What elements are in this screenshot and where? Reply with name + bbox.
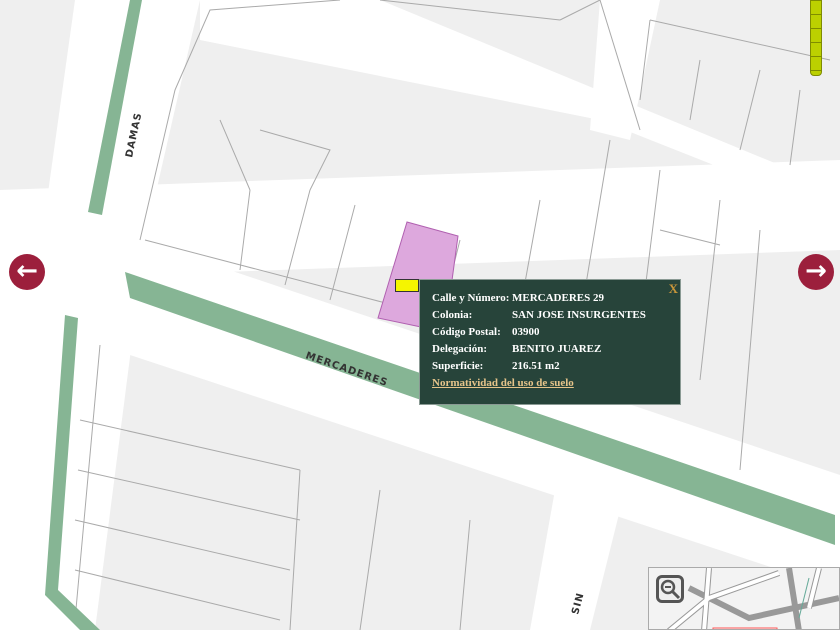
info-value: SAN JOSE INSURGENTES — [512, 309, 646, 321]
info-value: 216.51 m2 — [512, 360, 560, 372]
info-row: Colonia: SAN JOSE INSURGENTES — [432, 309, 646, 321]
zoom-slider[interactable] — [810, 0, 822, 76]
info-value: BENITO JUAREZ — [512, 343, 602, 355]
close-popup-button[interactable]: X — [669, 281, 678, 297]
info-row: Superficie: 216.51 m2 — [432, 360, 560, 372]
parcel-marker-icon[interactable] — [395, 279, 419, 292]
info-key: Superficie: — [432, 360, 484, 372]
info-key: Colonia: — [432, 309, 473, 321]
parcel-info-popup: X Calle y Número: MERCADERES 29 Colonia: S… — [419, 279, 681, 405]
land-use-link[interactable]: Normatividad del uso de suelo — [432, 377, 574, 389]
info-value: MERCADERES 29 — [512, 292, 604, 304]
arrow-right-icon: → — [805, 256, 827, 286]
info-key: Código Postal: — [432, 326, 501, 338]
arrow-left-icon: ← — [16, 256, 38, 286]
pan-left-button[interactable]: ← — [9, 254, 45, 290]
info-key: Calle y Número: — [432, 292, 510, 304]
info-key: Delegación: — [432, 343, 487, 355]
info-value: 03900 — [512, 326, 540, 338]
info-row: Delegación: BENITO JUAREZ — [432, 343, 601, 355]
info-row: Código Postal: 03900 — [432, 326, 540, 338]
zoom-out-icon[interactable] — [656, 575, 684, 603]
overview-map[interactable] — [648, 567, 840, 630]
pan-right-button[interactable]: → — [798, 254, 834, 290]
info-row: Calle y Número: MERCADERES 29 — [432, 292, 604, 304]
